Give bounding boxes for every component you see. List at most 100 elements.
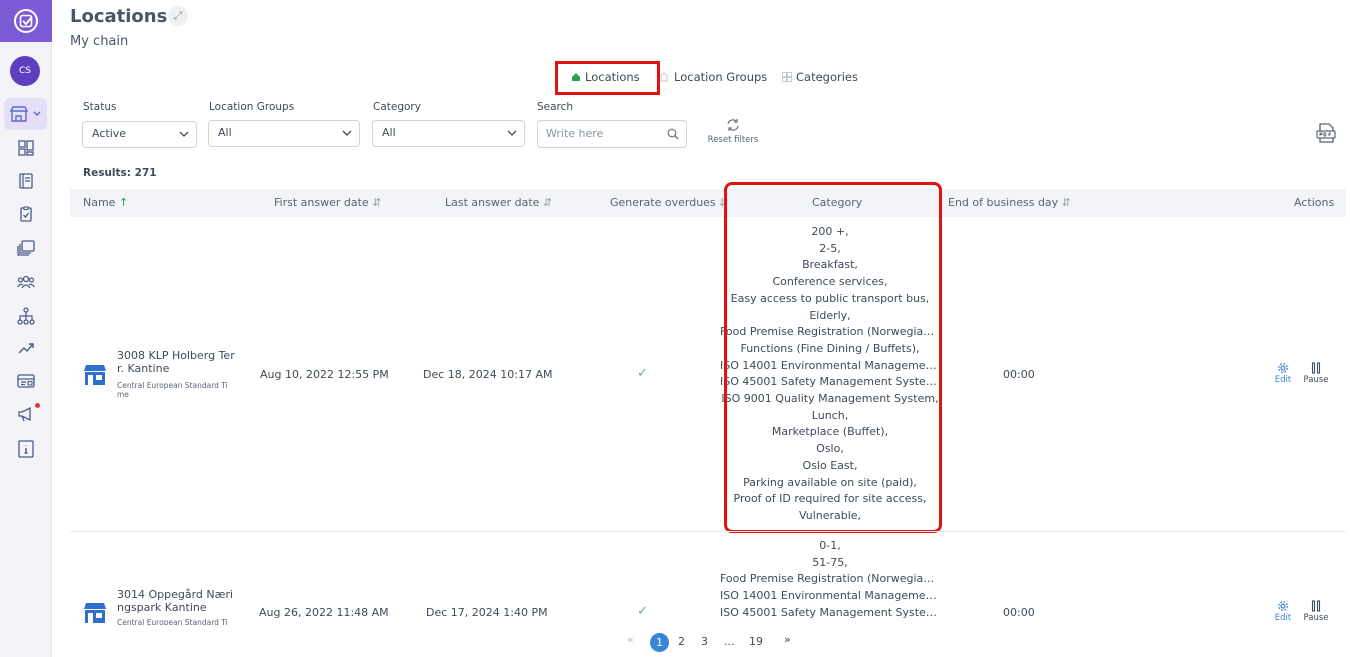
category-value: All [382,126,396,139]
pause-button[interactable]: Pause [1301,361,1331,385]
chevron-down-icon [179,131,189,137]
notification-dot [35,403,40,408]
row-divider [70,531,1346,532]
sidebar-item-gallery[interactable] [12,234,40,262]
pause-button[interactable]: Pause [1301,599,1331,623]
refresh-icon [727,119,739,131]
reset-filters-label: Reset filters [707,135,759,145]
chevron-down-icon [507,130,517,136]
sidebar-item-dashboard[interactable] [12,134,40,162]
edit-label: Edit [1274,375,1292,385]
sidebar-item-checklist[interactable] [12,200,40,228]
users-icon [17,275,35,289]
search-icon [667,128,679,140]
pagination-page-19[interactable]: 19 [749,635,763,648]
sidebar-item-notebook[interactable] [12,167,40,195]
category-item: ISO 14001 Environmental Management Syste… [720,589,940,603]
app-logo[interactable] [0,0,52,42]
category-list: 0-1, 51-75, Food Premise Registration (Nor… [720,538,940,624]
search-label: Search [537,101,574,113]
dashboard-icon [18,140,34,156]
tab-categories[interactable]: Categories [782,70,858,84]
edit-label: Edit [1274,613,1292,623]
sidebar-item-trend[interactable] [12,334,40,362]
location-groups-icon [660,72,668,82]
first-answer-date: Aug 26, 2022 11:48 AM [259,606,389,619]
pause-icon [1311,362,1321,374]
status-value: Active [92,127,127,140]
notebook-icon [19,173,33,189]
pause-label: Pause [1303,613,1329,623]
tab-label: Categories [796,70,858,84]
gear-icon [1278,363,1288,373]
gallery-icon [17,240,35,256]
overdue-check-icon: ✓ [637,604,648,619]
location-timezone: Central European Standard Ti me [117,381,228,399]
sidebar-item-stores[interactable] [4,98,47,130]
tab-location-groups[interactable]: Location Groups [660,70,767,84]
category-label: Category [373,101,421,113]
category-item: Food Premise Registration (Norwegian Foo… [720,572,940,586]
category-highlight-box [724,182,942,533]
page-subtitle: My chain [70,34,129,49]
checklist-icon [20,206,32,222]
location-groups-label: Location Groups [209,101,295,113]
pause-icon [1311,600,1321,612]
page-title: Locations [70,6,168,27]
category-item: 51-75, [812,555,848,569]
store-icon [84,603,106,623]
edit-button[interactable]: Edit [1268,361,1298,385]
edit-button[interactable]: Edit [1268,599,1298,623]
sidebar-item-id-card[interactable] [12,367,40,395]
status-select[interactable]: Active [82,121,197,148]
pagination-prev[interactable]: « [627,633,634,646]
pagination-ellipsis: ... [724,635,735,648]
category-select[interactable]: All [372,120,525,147]
search-input[interactable]: Write here [537,120,687,148]
id-card-icon [17,374,35,388]
tab-label: Location Groups [674,70,768,84]
column-header-name[interactable]: Name ↑ [83,196,128,209]
info-icon [18,440,34,458]
location-name[interactable]: 3014 Oppegård Næri ngspark Kantine [117,588,239,614]
first-answer-date: Aug 10, 2022 12:55 PM [260,368,389,381]
sidebar-item-hierarchy[interactable] [12,302,40,330]
location-name[interactable]: 3008 KLP Holberg Ter r. Kantine [117,349,239,375]
reset-filters-button[interactable]: Reset filters [703,118,763,145]
megaphone-icon [18,406,31,422]
category-item: ISO 45001 Safety Management System, [720,605,940,619]
last-answer-date: Dec 18, 2024 10:17 AM [423,368,553,381]
pagination-page-1[interactable]: 1 [650,633,669,652]
pagination-page-2[interactable]: 2 [678,635,685,648]
check-logo-icon [14,9,38,33]
chevron-down-icon [342,130,352,136]
avatar[interactable]: CS [10,56,40,86]
sidebar-item-megaphone[interactable] [12,400,40,428]
store-icon [84,365,106,385]
column-header-end-of-business-day[interactable]: End of business day ⇵ [948,196,1071,209]
grid-icon [782,72,792,82]
pdf-icon [1316,123,1336,143]
sidebar-item-info[interactable] [12,435,40,463]
sidebar-item-users[interactable] [12,268,40,296]
expand-icon[interactable]: ⤢ [168,6,188,26]
sidebar: CS [0,0,52,657]
column-header-first-answer[interactable]: First answer date ⇵ [274,196,381,209]
pagination-page-3[interactable]: 3 [701,635,708,648]
column-header-last-answer[interactable]: Last answer date ⇵ [445,196,552,209]
location-groups-value: All [218,126,232,139]
category-item: 0-1, [819,539,841,552]
pdf-export-icon[interactable] [1315,122,1337,144]
hierarchy-icon [17,307,35,325]
status-label: Status [83,101,117,113]
results-count: Results: 271 [83,167,157,179]
last-answer-date: Dec 17, 2024 1:40 PM [426,606,548,619]
stores-icon [9,106,40,122]
pause-label: Pause [1303,375,1329,385]
pagination-next[interactable]: » [784,633,791,646]
column-header-actions: Actions [1294,196,1335,209]
search-placeholder: Write here [546,127,604,140]
tab-highlight-box [555,61,660,95]
column-header-generate-overdues[interactable]: Generate overdues ⇵ [610,196,728,209]
location-groups-select[interactable]: All [208,120,360,147]
